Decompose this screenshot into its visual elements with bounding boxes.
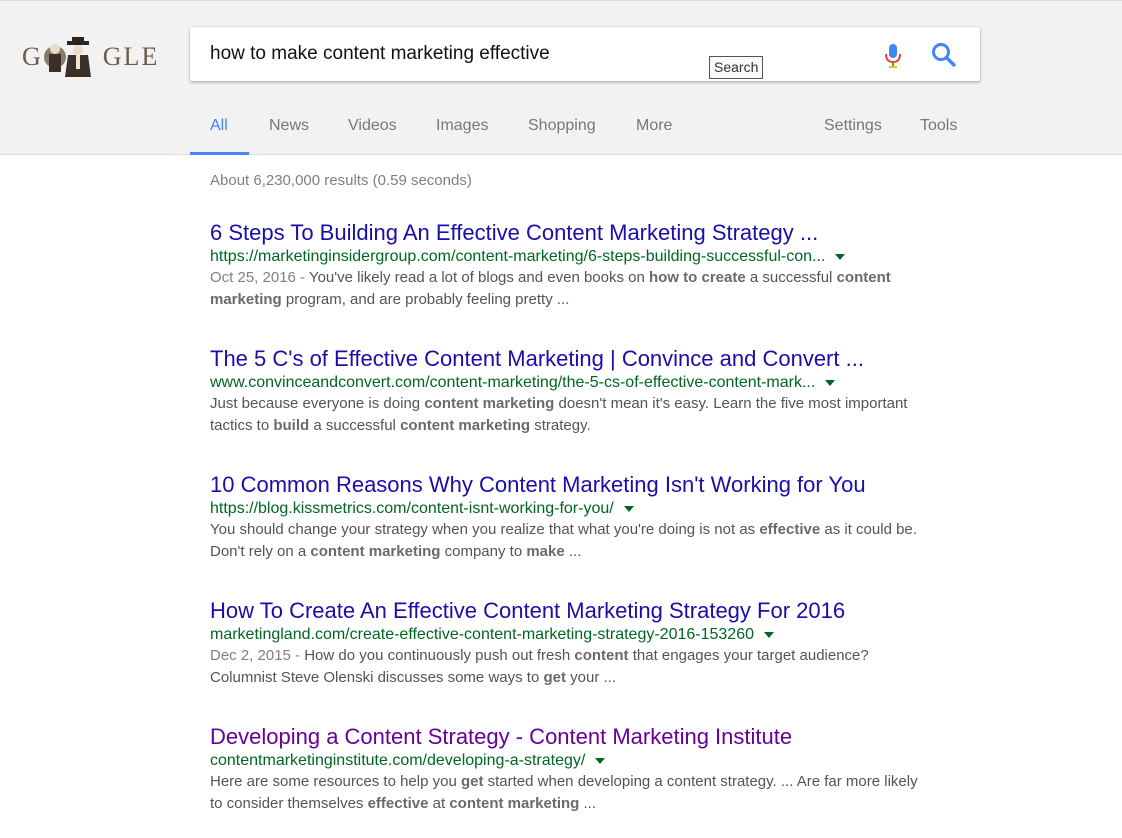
snippet-text: Don't rely on a [210, 543, 311, 560]
result-title-link[interactable]: 10 Common Reasons Why Content Marketing … [210, 472, 970, 498]
snippet-highlight: content [836, 269, 891, 286]
dropdown-caret-icon[interactable] [595, 757, 606, 764]
snippet-highlight: marketing [210, 291, 282, 308]
snippet-text: at [428, 795, 450, 812]
snippet-highlight: build [273, 417, 310, 434]
snippet-text: Just because everyone is doing [210, 395, 425, 412]
result-snippet-line: Columnist Steve Olenski discusses some w… [210, 667, 970, 689]
search-result: How To Create An Effective Content Marke… [210, 598, 970, 689]
result-stats: About 6,230,000 results (0.59 seconds) [210, 172, 472, 189]
tab-images[interactable]: Images [436, 117, 488, 135]
tab-settings[interactable]: Settings [824, 117, 882, 135]
active-tab-indicator [190, 152, 249, 155]
result-date: Dec 2, 2015 - [210, 647, 305, 664]
microphone-icon[interactable] [882, 42, 904, 70]
snippet-highlight: effective [367, 795, 429, 812]
doodle-figures-icon [43, 37, 91, 77]
snippet-text: strategy. [530, 417, 591, 434]
tab-all[interactable]: All [210, 117, 228, 135]
search-result: 6 Steps To Building An Effective Content… [210, 220, 970, 311]
result-url-text: https://marketinginsidergroup.com/conten… [210, 248, 826, 265]
snippet-text: to consider themselves [210, 795, 368, 812]
result-snippet-line: marketing program, and are probably feel… [210, 289, 970, 311]
snippet-text: ... [579, 795, 597, 812]
result-snippet-line: Dec 2, 2015 - How do you continuously pu… [210, 645, 970, 667]
snippet-highlight: content marketing [424, 395, 555, 412]
search-icon[interactable] [931, 42, 957, 68]
result-snippet-line: Don't rely on a content marketing compan… [210, 541, 970, 563]
result-title-link[interactable]: How To Create An Effective Content Marke… [210, 598, 970, 624]
snippet-highlight: get [460, 773, 484, 790]
snippet-text: Here are some resources to help you [210, 773, 461, 790]
dropdown-caret-icon[interactable] [623, 505, 634, 512]
result-snippet-line: Here are some resources to help you get … [210, 771, 970, 793]
logo-letter-g: G [22, 42, 43, 71]
tab-tools[interactable]: Tools [920, 117, 957, 135]
doodle-logo[interactable]: G GLE [22, 37, 167, 77]
snippet-highlight: how to create [649, 269, 746, 286]
dropdown-caret-icon[interactable] [825, 379, 836, 386]
result-title-link[interactable]: Developing a Content Strategy - Content … [210, 724, 970, 750]
result-snippet-line: to consider themselves effective at cont… [210, 793, 970, 815]
snippet-text: doesn't mean it's easy. Learn the five m… [554, 395, 908, 412]
snippet-text: How do you continuously push out fresh [304, 647, 575, 664]
result-snippet-line: tactics to build a successful content ma… [210, 415, 970, 437]
result-url: marketingland.com/create-effective-conte… [210, 625, 970, 645]
snippet-text: your ... [565, 669, 616, 686]
result-url: https://blog.kissmetrics.com/content-isn… [210, 499, 970, 519]
snippet-text: You should change your strategy when you… [210, 521, 760, 538]
search-input[interactable]: how to make content marketing effective [210, 43, 550, 65]
snippet-highlight: content marketing [449, 795, 580, 812]
tab-videos[interactable]: Videos [348, 117, 397, 135]
tab-shopping[interactable]: Shopping [528, 117, 596, 135]
result-url-text: www.convinceandconvert.com/content-marke… [210, 374, 816, 391]
result-title-link[interactable]: 6 Steps To Building An Effective Content… [210, 220, 970, 246]
search-box[interactable]: how to make content marketing effective … [190, 27, 980, 81]
snippet-text: You've likely read a lot of blogs and ev… [308, 269, 649, 286]
search-result: The 5 C's of Effective Content Marketing… [210, 346, 970, 437]
result-url: contentmarketinginstitute.com/developing… [210, 751, 970, 771]
snippet-highlight: effective [759, 521, 821, 538]
snippet-text: Columnist Steve Olenski discusses some w… [210, 669, 544, 686]
snippet-text: ... [564, 543, 582, 560]
snippet-text: as it could be. [820, 521, 917, 538]
snippet-text: a successful [745, 269, 837, 286]
result-url-text: contentmarketinginstitute.com/developing… [210, 752, 586, 769]
search-tooltip: Search [709, 56, 764, 79]
result-url: www.convinceandconvert.com/content-marke… [210, 373, 970, 393]
snippet-highlight: make [526, 543, 565, 560]
dropdown-caret-icon[interactable] [763, 631, 774, 638]
snippet-highlight: content marketing [310, 543, 441, 560]
tab-more[interactable]: More [636, 117, 672, 135]
result-url-text: marketingland.com/create-effective-conte… [210, 626, 754, 643]
snippet-text: started when developing a content strate… [483, 773, 918, 790]
result-url: https://marketinginsidergroup.com/conten… [210, 247, 970, 267]
search-result: Developing a Content Strategy - Content … [210, 724, 970, 815]
snippet-text: tactics to [210, 417, 274, 434]
result-title-link[interactable]: The 5 C's of Effective Content Marketing… [210, 346, 970, 372]
result-snippet-line: Oct 25, 2016 - You've likely read a lot … [210, 267, 970, 289]
header: G GLE how to make content marketing effe… [0, 1, 1122, 155]
result-url-text: https://blog.kissmetrics.com/content-isn… [210, 500, 614, 517]
result-snippet-line: You should change your strategy when you… [210, 519, 970, 541]
logo-letters-gle: GLE [102, 42, 160, 71]
dropdown-caret-icon[interactable] [835, 253, 846, 260]
search-result: 10 Common Reasons Why Content Marketing … [210, 472, 970, 563]
snippet-text: company to [440, 543, 527, 560]
snippet-highlight: content [574, 647, 629, 664]
snippet-text: that engages your target audience? [628, 647, 869, 664]
result-snippet-line: Just because everyone is doing content m… [210, 393, 970, 415]
tab-news[interactable]: News [269, 117, 309, 135]
result-date: Oct 25, 2016 - [210, 269, 309, 286]
snippet-highlight: content marketing [400, 417, 531, 434]
snippet-highlight: get [543, 669, 566, 686]
snippet-text: program, and are probably feeling pretty… [281, 291, 570, 308]
snippet-text: a successful [309, 417, 401, 434]
